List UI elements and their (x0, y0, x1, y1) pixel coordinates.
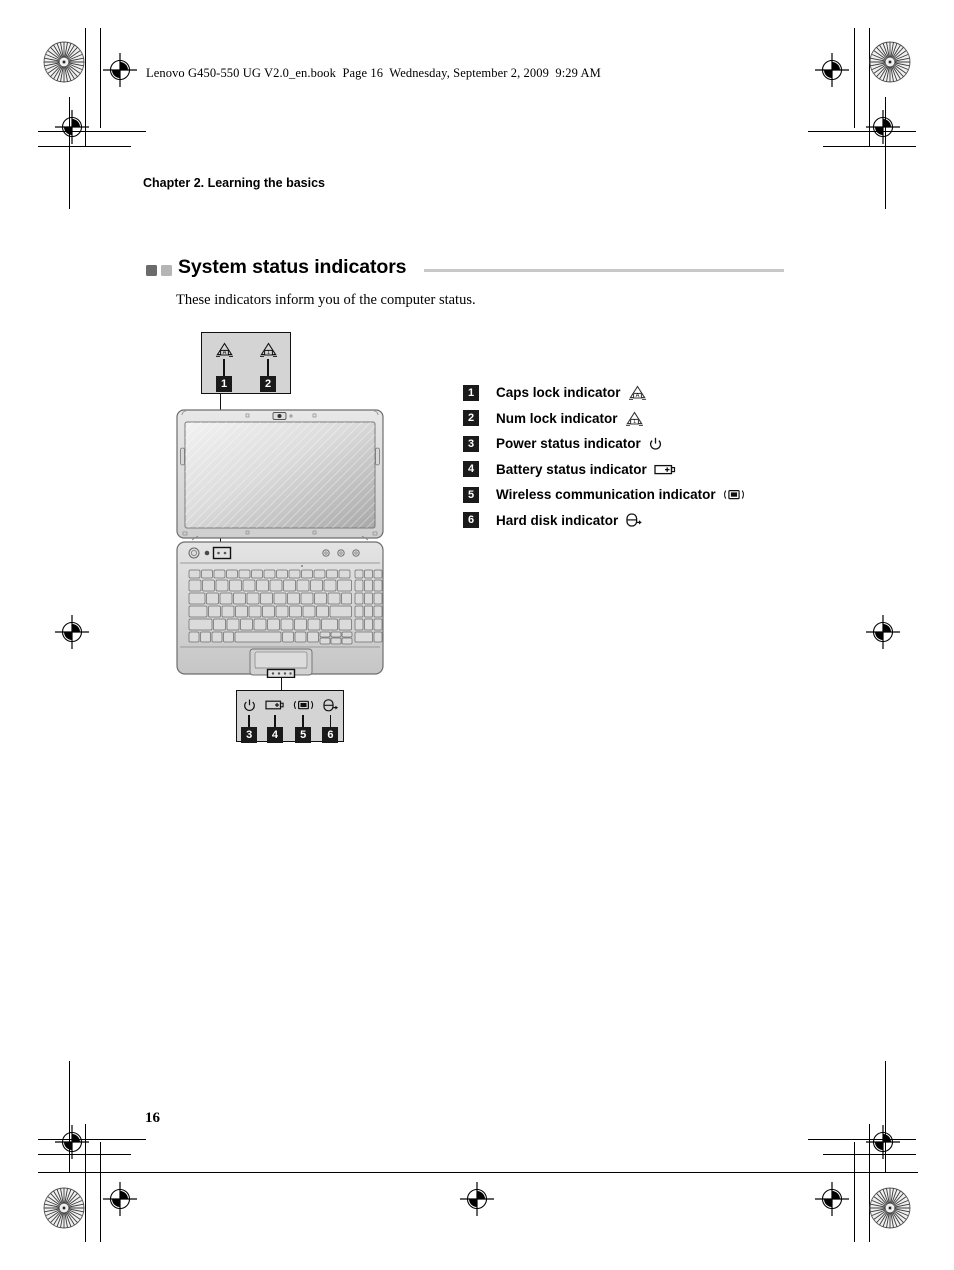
svg-text:A: A (635, 393, 639, 399)
hard-disk-icon (625, 512, 644, 528)
legend-label: Hard disk indicator (496, 512, 619, 528)
manual-page: Lenovo G450-550 UG V2.0_en.book Page 16 … (0, 0, 954, 1270)
callout-badge: 2 (260, 376, 276, 392)
page-number: 16 (145, 1110, 160, 1126)
callout-leader (329, 715, 332, 727)
legend-badge: 3 (463, 435, 479, 452)
heading-bullet-dark-icon (146, 265, 157, 276)
num-lock-icon: 1 (625, 410, 644, 427)
legend-badge: 5 (463, 486, 479, 503)
section-heading: System status indicators (146, 256, 791, 284)
power-icon (648, 436, 663, 452)
battery-icon (654, 463, 676, 476)
num-lock-icon: 1 (259, 339, 278, 359)
laptop-top-view-diagram (174, 406, 386, 679)
callout-item: 1 2 (259, 339, 278, 392)
legend-item-hard-disk: 6 Hard disk indicator (463, 508, 745, 534)
wireless-icon (723, 487, 745, 502)
indicator-legend-list: 1 Caps lock indicator A 2 Num lock indic… (463, 380, 745, 533)
legend-item-caps-lock: 1 Caps lock indicator A (463, 380, 745, 406)
callout-box-bottom: 3 4 5 6 (236, 690, 344, 743)
callout-leader (274, 715, 276, 727)
legend-item-power-status: 3 Power status indicator (463, 431, 745, 457)
intro-paragraph: These indicators inform you of the compu… (176, 292, 476, 308)
legend-label: Power status indicator (496, 436, 641, 452)
heading-rule (424, 269, 784, 272)
chapter-heading: Chapter 2. Learning the basics (143, 176, 325, 190)
callout-item: 4 (265, 695, 285, 743)
legend-label: Wireless communication indicator (496, 487, 716, 503)
callout-badge: 4 (266, 727, 283, 743)
callout-badge: 5 (295, 727, 312, 743)
svg-text:1: 1 (266, 350, 269, 356)
caps-lock-icon: A (628, 384, 647, 401)
callout-badge: 6 (322, 727, 339, 743)
legend-badge: 4 (463, 461, 479, 478)
callout-item: 5 (293, 695, 314, 743)
hard-disk-icon (322, 695, 339, 715)
book-file-header: Lenovo G450-550 UG V2.0_en.book Page 16 … (146, 66, 601, 80)
callout-item: 3 (241, 695, 258, 743)
callout-item: 6 (322, 695, 339, 743)
callout-leader (302, 715, 304, 727)
callout-leader (248, 715, 250, 727)
callout-leader (223, 359, 225, 376)
svg-text:1: 1 (632, 419, 635, 425)
battery-icon (265, 695, 285, 715)
page-title: System status indicators (178, 256, 407, 278)
caps-lock-icon: A (215, 339, 234, 359)
callout-badge: 3 (241, 727, 258, 743)
callout-item: A 1 (215, 339, 234, 392)
legend-label: Num lock indicator (496, 410, 618, 426)
legend-badge: 1 (463, 384, 479, 401)
legend-item-num-lock: 2 Num lock indicator 1 (463, 406, 745, 432)
legend-badge: 2 (463, 410, 479, 427)
heading-bullet-light-icon (161, 265, 172, 276)
legend-item-battery-status: 4 Battery status indicator (463, 457, 745, 483)
legend-badge: 6 (463, 512, 479, 529)
wireless-icon (293, 695, 314, 715)
callout-leader (267, 359, 269, 376)
legend-item-wireless: 5 Wireless communication indicator (463, 482, 745, 508)
power-icon (242, 695, 257, 715)
svg-text:A: A (222, 350, 226, 356)
callout-box-top: A 1 1 2 (201, 332, 291, 394)
legend-label: Caps lock indicator (496, 385, 621, 401)
callout-badge: 1 (216, 376, 232, 392)
legend-label: Battery status indicator (496, 461, 647, 477)
